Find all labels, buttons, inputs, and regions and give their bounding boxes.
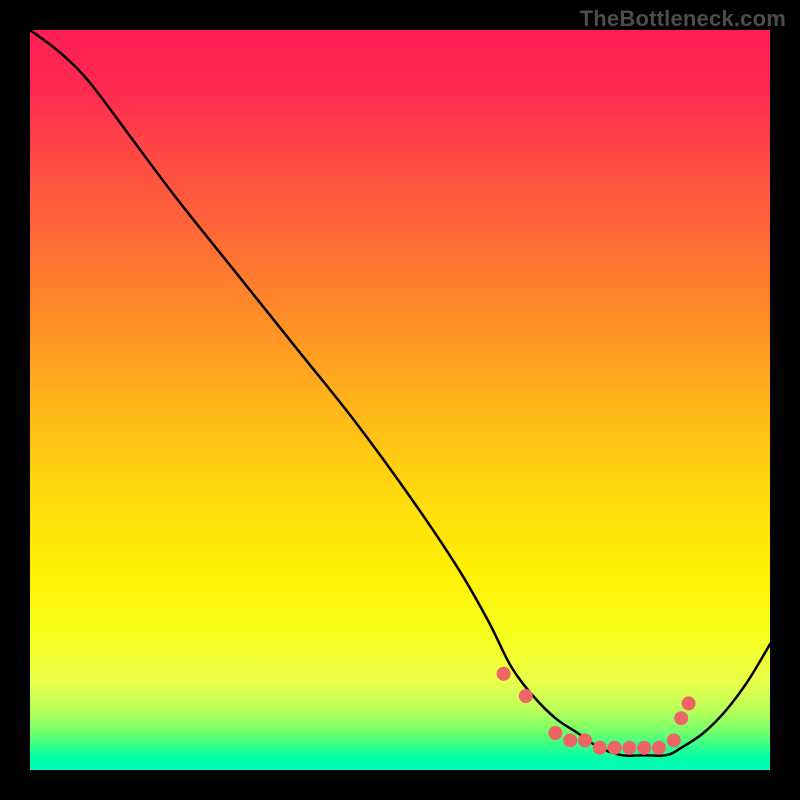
curve-path <box>30 30 770 756</box>
highlight-dot <box>608 741 622 755</box>
chart-frame: TheBottleneck.com <box>0 0 800 800</box>
highlight-dot <box>593 741 607 755</box>
highlight-dot <box>682 696 696 710</box>
highlight-dot <box>667 733 681 747</box>
highlight-dot <box>674 711 688 725</box>
highlight-dot <box>578 733 592 747</box>
highlight-dot <box>652 741 666 755</box>
highlight-dot <box>637 741 651 755</box>
highlight-dot <box>519 689 533 703</box>
gradient-plot-area <box>30 30 770 770</box>
attribution-label: TheBottleneck.com <box>580 6 786 32</box>
curve-points <box>497 667 696 755</box>
highlight-dot <box>497 667 511 681</box>
highlight-dot <box>622 741 636 755</box>
highlight-dot <box>563 733 577 747</box>
highlight-dot <box>548 726 562 740</box>
bottleneck-curve <box>30 30 770 770</box>
